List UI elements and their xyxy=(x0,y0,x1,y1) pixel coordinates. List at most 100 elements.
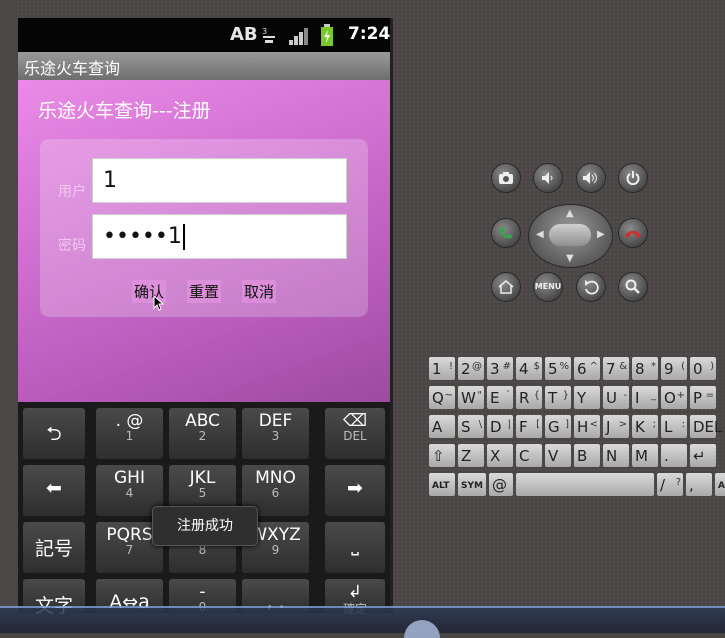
hw-key-alt-label: - xyxy=(623,390,627,401)
hw-key[interactable]: X xyxy=(487,444,513,467)
hw-key[interactable]: 9( xyxy=(661,357,687,380)
hw-key[interactable]: , xyxy=(686,473,712,496)
hw-key[interactable]: DEL xyxy=(690,415,722,438)
hw-key-label: / xyxy=(660,476,666,494)
volume-down-icon[interactable] xyxy=(533,163,563,193)
dpad-left-icon[interactable]: ◀ xyxy=(536,229,544,240)
hw-key[interactable]: H < xyxy=(574,415,600,438)
hw-key[interactable]: Z xyxy=(458,444,484,467)
hw-key-label: W xyxy=(461,389,476,407)
hw-key[interactable]: 7 & xyxy=(603,357,629,380)
dpad-up-icon[interactable]: ▲ xyxy=(566,208,574,219)
hw-key[interactable]: SYM xyxy=(458,473,486,496)
back-key[interactable]: ⮌ xyxy=(23,408,85,459)
delete-key[interactable]: ⌫ DEL xyxy=(325,408,385,459)
dpad-right-icon[interactable]: ▶ xyxy=(597,229,605,240)
key-label: MNO xyxy=(255,468,296,488)
hw-key[interactable]: K; xyxy=(632,415,658,438)
hw-key[interactable]: L: xyxy=(661,415,687,438)
text-caret xyxy=(182,224,185,250)
call-icon[interactable] xyxy=(491,218,521,248)
hw-key[interactable]: @ xyxy=(489,473,513,496)
hw-key[interactable]: /? xyxy=(657,473,683,496)
reset-button[interactable]: 重置 xyxy=(187,280,222,303)
hw-key[interactable]: . xyxy=(661,444,687,467)
hw-key[interactable]: S \ xyxy=(458,415,484,438)
username-input[interactable]: 1 xyxy=(92,158,347,203)
hw-key[interactable]: Q ~ xyxy=(429,386,455,409)
camera-icon[interactable] xyxy=(491,163,521,193)
hw-key-alt-label: ` xyxy=(506,390,511,401)
hw-key[interactable]: T} xyxy=(545,386,571,409)
left-arrow-key[interactable]: ⬅ xyxy=(23,465,85,516)
hw-key[interactable]: R{ xyxy=(516,386,542,409)
space-key[interactable]: ⎵ xyxy=(325,522,385,573)
def-key[interactable]: DEF 3 xyxy=(242,408,309,459)
key-sublabel: 1 xyxy=(125,429,134,443)
hw-key[interactable]: B xyxy=(574,444,600,467)
hw-key[interactable]: 4 $ xyxy=(516,357,542,380)
hw-key[interactable]: P = xyxy=(690,386,716,409)
hw-key[interactable]: ⇧ xyxy=(429,444,455,467)
mouse-pointer-icon xyxy=(153,295,165,311)
hw-key[interactable]: 0) xyxy=(690,357,716,380)
key-label: ⌫ xyxy=(342,411,368,431)
key-sublabel: 3 xyxy=(271,429,280,443)
hw-key[interactable]: 1! xyxy=(429,357,455,380)
hw-key[interactable]: ALT xyxy=(715,473,725,496)
status-ab: AB xyxy=(230,24,258,45)
dpad-center-button[interactable] xyxy=(549,224,591,246)
hw-key-alt-label: \ xyxy=(478,419,482,430)
dpad[interactable]: ▲ ▼ ◀ ▶ xyxy=(528,204,613,268)
hw-key[interactable]: 3 # xyxy=(487,357,513,380)
key-label: . @ xyxy=(115,411,144,431)
hw-key-alt-label: ! xyxy=(448,361,453,372)
hw-key[interactable]: Y xyxy=(574,386,600,409)
hw-key[interactable]: ALT xyxy=(429,473,455,496)
hw-key[interactable]: J > xyxy=(603,415,629,438)
hw-key-alt-label: [ xyxy=(536,419,540,430)
hw-key[interactable]: C xyxy=(516,444,542,467)
right-arrow-key[interactable]: ➡ xyxy=(325,465,385,516)
hw-key[interactable]: O + xyxy=(661,386,687,409)
symbol-key[interactable]: 記号 xyxy=(23,522,85,573)
hw-key[interactable] xyxy=(516,473,654,496)
hw-key[interactable]: 6 ^ xyxy=(574,357,600,380)
hw-key[interactable]: N xyxy=(603,444,629,467)
hw-key-label: O xyxy=(664,389,676,407)
back-icon[interactable] xyxy=(576,272,606,302)
cancel-button[interactable]: 取消 xyxy=(242,280,277,303)
hw-key[interactable]: F[ xyxy=(516,415,542,438)
hw-key[interactable]: U- xyxy=(603,386,629,409)
username-value: 1 xyxy=(103,168,117,193)
hw-key-label: 0 xyxy=(693,360,703,378)
hw-key[interactable]: 5% xyxy=(545,357,571,380)
dpad-down-icon[interactable]: ▼ xyxy=(566,253,574,264)
hw-key[interactable]: 2 @ xyxy=(458,357,484,380)
password-label: 密码 xyxy=(58,238,86,254)
key-sublabel: 2 xyxy=(198,429,207,443)
abc-key[interactable]: ABC 2 xyxy=(169,408,236,459)
home-icon[interactable] xyxy=(491,272,521,302)
menu-icon[interactable]: MENU xyxy=(533,272,563,302)
hw-key-label: R xyxy=(519,389,530,407)
hw-key-alt-label: ) xyxy=(710,361,714,372)
taskbar-start-orb[interactable] xyxy=(404,620,440,638)
power-icon[interactable] xyxy=(618,163,648,193)
hw-key[interactable]: E ` xyxy=(487,386,513,409)
hw-key[interactable]: G] xyxy=(545,415,571,438)
hw-key[interactable]: 8 * xyxy=(632,357,658,380)
search-icon[interactable] xyxy=(618,272,648,302)
hw-key[interactable]: M xyxy=(632,444,658,467)
volume-up-icon[interactable] xyxy=(576,163,606,193)
desktop-taskbar-edge xyxy=(0,606,725,638)
punct-key[interactable]: . @1 xyxy=(96,408,163,459)
hw-key[interactable]: W " xyxy=(458,386,484,409)
password-input[interactable]: •••••1 xyxy=(92,214,347,259)
hw-key[interactable]: V xyxy=(545,444,571,467)
hw-key[interactable]: A xyxy=(429,415,455,438)
hw-key[interactable]: D | xyxy=(487,415,513,438)
hw-key[interactable]: ↵ xyxy=(690,444,716,467)
end-call-icon[interactable] xyxy=(618,218,648,248)
hw-key[interactable]: I _ xyxy=(632,386,658,409)
